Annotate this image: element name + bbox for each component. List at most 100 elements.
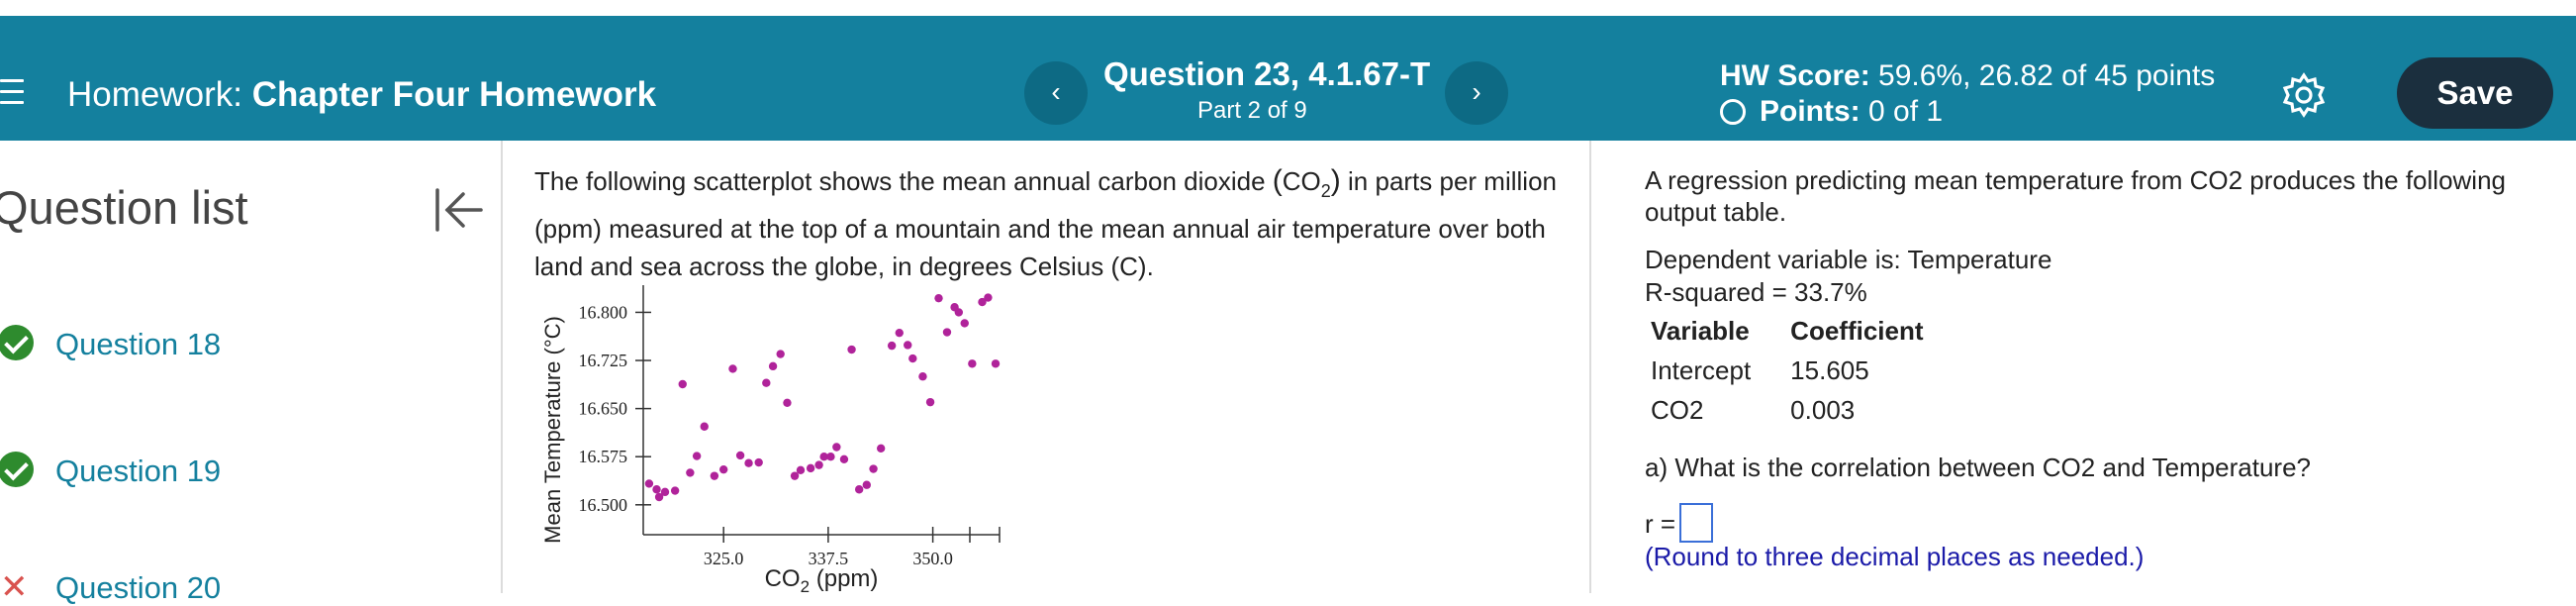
co2-main: CO	[1282, 166, 1321, 196]
table-header: Variable	[1651, 315, 1750, 346]
next-question-button[interactable]: ›	[1445, 61, 1508, 125]
question-list-item-label: Question 18	[55, 327, 222, 361]
check-circle-icon	[0, 452, 34, 487]
data-point	[934, 293, 943, 303]
table-header-row: Variable Coefficient	[1651, 315, 1963, 354]
data-point	[735, 451, 745, 460]
data-point	[783, 398, 792, 407]
data-point	[960, 319, 969, 328]
table-cell: CO2	[1651, 394, 1704, 425]
question-list-item-label: Question 19	[55, 454, 222, 488]
homework-prefix: Homework:	[67, 75, 242, 114]
data-point	[869, 464, 878, 473]
data-point	[762, 378, 771, 387]
points-label: Points:	[1760, 95, 1860, 128]
table-row: Intercept 15.605	[1651, 354, 1963, 394]
data-point	[895, 328, 904, 338]
data-point	[876, 444, 886, 453]
r-label: r =	[1645, 509, 1676, 539]
data-point	[718, 464, 728, 474]
y-tick-label: 16.500	[579, 495, 628, 515]
data-point	[754, 457, 763, 467]
question-list-title: Question list	[0, 181, 248, 234]
data-point	[942, 328, 952, 337]
data-point	[692, 452, 702, 460]
x-tick-label: 325.0	[704, 549, 744, 568]
question-panel: The following scatterplot shows the mean…	[505, 141, 1591, 593]
data-point	[814, 460, 823, 469]
scatterplot: 16.80016.72516.65016.57516.500325.0 337.5…	[540, 285, 1001, 593]
incorrect-x-icon: ✕	[0, 568, 29, 606]
y-tick-label: 16.800	[579, 302, 628, 322]
data-point	[768, 361, 778, 371]
data-point	[954, 308, 964, 317]
top-strip	[0, 0, 2576, 16]
x-tick-label: 350.0	[912, 549, 953, 568]
r-answer-input[interactable]	[1679, 503, 1714, 543]
y-tick-label: 16.575	[579, 447, 628, 466]
collapse-sidebar-icon[interactable]	[433, 186, 485, 234]
data-point	[854, 485, 864, 494]
data-point	[728, 364, 737, 373]
homework-title: Homework: Chapter Four Homework	[67, 75, 656, 115]
table-header: Coefficient	[1790, 315, 1924, 346]
homework-name: Chapter Four Homework	[251, 75, 657, 114]
round-note: (Round to three decimal places as needed…	[1645, 542, 2145, 571]
data-point	[826, 453, 835, 461]
hw-score: HW Score: 59.6%, 26.82 of 45 points	[1720, 59, 2215, 93]
points-value: 0 of 1	[1868, 95, 1944, 128]
y-axis-label: Mean Temperature (°C)	[540, 316, 565, 544]
data-point	[678, 379, 687, 389]
hw-score-label: HW Score:	[1720, 59, 1870, 92]
regression-intro-2: output table.	[1645, 197, 1787, 227]
menu-icon[interactable]	[0, 79, 24, 105]
prompt-text-1: The following scatterplot shows the mean…	[534, 166, 1273, 196]
dependent-variable: Dependent variable is: Temperature	[1645, 245, 2052, 274]
data-point	[968, 359, 977, 368]
question-list-sidebar: Question list Question 18 Question 19 ✕ …	[0, 141, 503, 605]
table-cell: 0.003	[1790, 394, 1856, 425]
previous-question-button[interactable]: ‹	[1024, 61, 1088, 125]
data-point	[776, 350, 785, 358]
data-point	[832, 443, 841, 452]
table-cell: 15.605	[1790, 354, 1869, 385]
data-point	[862, 480, 871, 489]
empty-circle-icon	[1720, 99, 1746, 125]
check-circle-icon	[0, 325, 34, 360]
data-point	[806, 463, 815, 473]
chevron-left-icon: ‹	[1051, 76, 1061, 107]
co2-formula: (CO2)	[1272, 164, 1341, 201]
regression-table: Variable Coefficient Intercept 15.605 CO…	[1651, 315, 1963, 434]
r-squared: R-squared = 33.7%	[1645, 277, 1867, 307]
data-point	[686, 468, 695, 477]
save-button[interactable]: Save	[2397, 57, 2553, 129]
data-point	[918, 372, 927, 381]
question-part: Part 2 of 9	[1197, 97, 1307, 124]
regression-intro: A regression predicting mean temperature…	[1645, 165, 2506, 195]
hw-score-value: 59.6%, 26.82 of 45 points	[1878, 59, 2216, 92]
data-point	[652, 485, 661, 494]
data-point	[925, 397, 935, 407]
data-point	[670, 486, 680, 495]
question-a: a) What is the correlation between CO2 a…	[1645, 453, 2311, 482]
y-tick-label: 16.650	[579, 399, 628, 419]
y-tick-label: 16.725	[579, 351, 628, 370]
gear-icon[interactable]	[2280, 71, 2328, 119]
co2-sub: 2	[1320, 181, 1331, 201]
x-axis-label: CO2 (ppm)	[765, 565, 879, 593]
question-list-item-label: Question 20	[55, 570, 222, 605]
data-point	[796, 465, 806, 475]
data-point	[984, 293, 993, 302]
points: Points: 0 of 1	[1720, 95, 1943, 129]
data-point	[710, 471, 719, 480]
data-point	[991, 359, 1001, 368]
data-point	[908, 354, 917, 363]
data-point	[644, 479, 654, 488]
answer-panel: A regression predicting mean temperature…	[1593, 141, 2576, 593]
chevron-right-icon: ›	[1472, 76, 1481, 107]
question-title: Question 23, 4.1.67-T	[1103, 55, 1431, 92]
r-answer-row: r =	[1645, 503, 1714, 543]
data-point	[700, 422, 709, 431]
data-point	[839, 454, 849, 464]
data-point	[887, 341, 897, 351]
